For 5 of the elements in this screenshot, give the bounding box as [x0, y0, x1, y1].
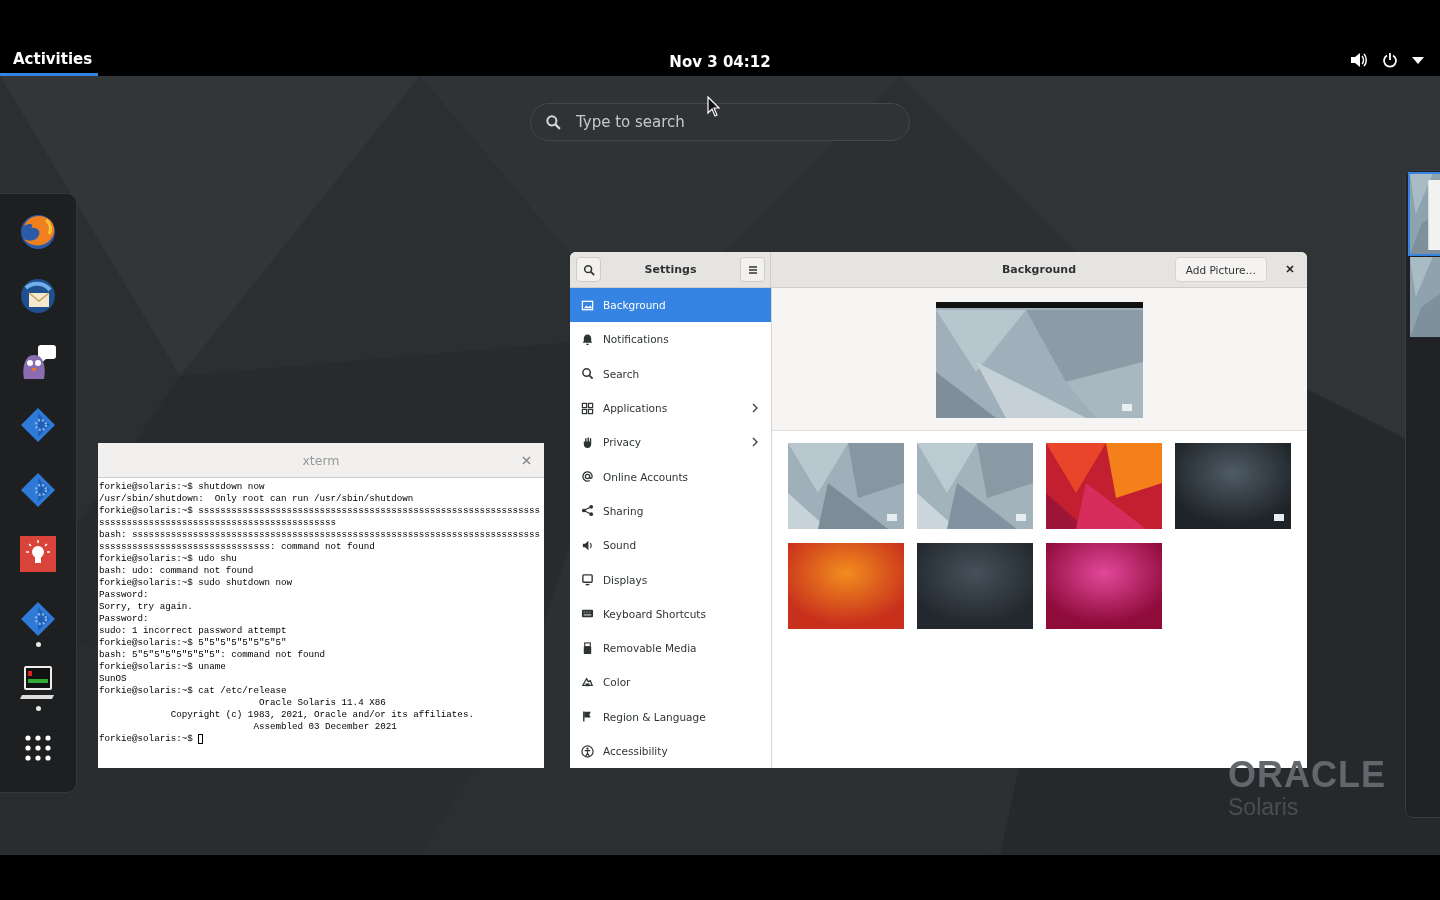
activities-button[interactable]: Activities	[0, 50, 98, 76]
caret-icon[interactable]	[1412, 56, 1424, 64]
volume-icon[interactable]	[1350, 52, 1368, 68]
clock[interactable]: Nov 3 04:12	[669, 53, 771, 71]
power-icon[interactable]	[1382, 52, 1398, 68]
